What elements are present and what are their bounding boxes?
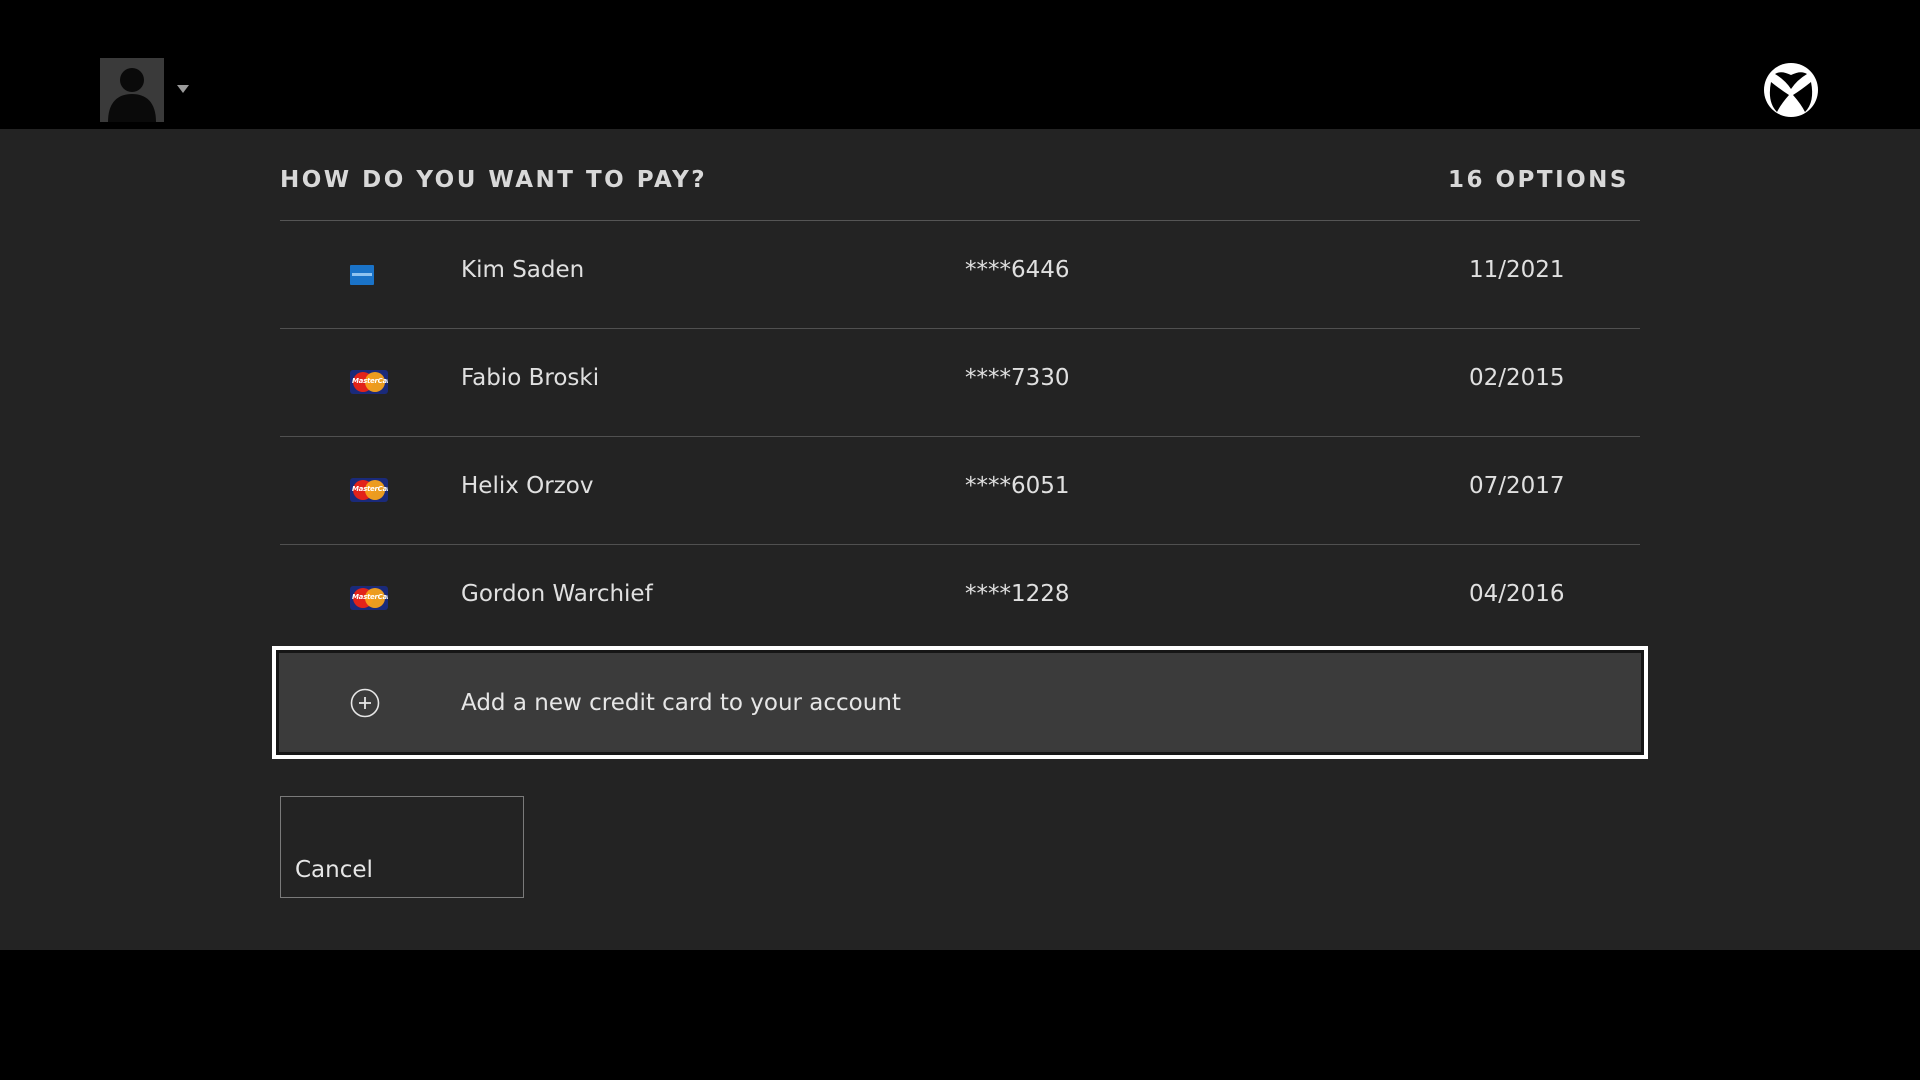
user-avatar[interactable] <box>100 58 164 122</box>
amex-icon <box>350 265 374 285</box>
payment-row-helix-orzov[interactable]: MasterCard Helix Orzov ****6051 07/2017 <box>280 437 1640 545</box>
cancel-label: Cancel <box>295 857 373 883</box>
xbox-logo-icon <box>1764 63 1818 117</box>
add-credit-card-button[interactable]: Add a new credit card to your account <box>272 646 1648 759</box>
card-expiry: 04/2016 <box>1469 581 1565 607</box>
payment-row-kim-saden[interactable]: Kim Saden ****6446 11/2021 <box>280 221 1640 329</box>
cardholder-name: Kim Saden <box>461 257 585 283</box>
cardholder-name: Helix Orzov <box>461 473 594 499</box>
cardholder-name: Fabio Broski <box>461 365 600 391</box>
card-expiry: 02/2015 <box>1469 365 1565 391</box>
payment-row-fabio-broski[interactable]: MasterCard Fabio Broski ****7330 02/2015 <box>280 329 1640 437</box>
page-title: HOW DO YOU WANT TO PAY? <box>280 167 708 193</box>
payment-row-gordon-warchief[interactable]: MasterCard Gordon Warchief ****1228 04/2… <box>280 545 1640 652</box>
card-expiry: 07/2017 <box>1469 473 1565 499</box>
card-number: ****6446 <box>965 257 1070 283</box>
options-count: 16 OPTIONS <box>1447 167 1629 193</box>
add-card-label: Add a new credit card to your account <box>461 690 901 716</box>
caret-down-icon[interactable] <box>177 85 189 93</box>
card-number: ****6051 <box>965 473 1070 499</box>
card-expiry: 11/2021 <box>1469 257 1565 283</box>
cardholder-name: Gordon Warchief <box>461 581 653 607</box>
cancel-button[interactable]: Cancel <box>280 796 524 898</box>
card-number: ****1228 <box>965 581 1070 607</box>
plus-circle-icon <box>350 688 380 718</box>
top-bar <box>0 0 1920 129</box>
person-silhouette-icon <box>108 68 156 122</box>
mastercard-icon: MasterCard <box>350 478 388 502</box>
mastercard-icon: MasterCard <box>350 370 388 394</box>
payment-panel: HOW DO YOU WANT TO PAY? 16 OPTIONS Kim S… <box>0 129 1920 950</box>
card-number: ****7330 <box>965 365 1070 391</box>
mastercard-icon: MasterCard <box>350 586 388 610</box>
